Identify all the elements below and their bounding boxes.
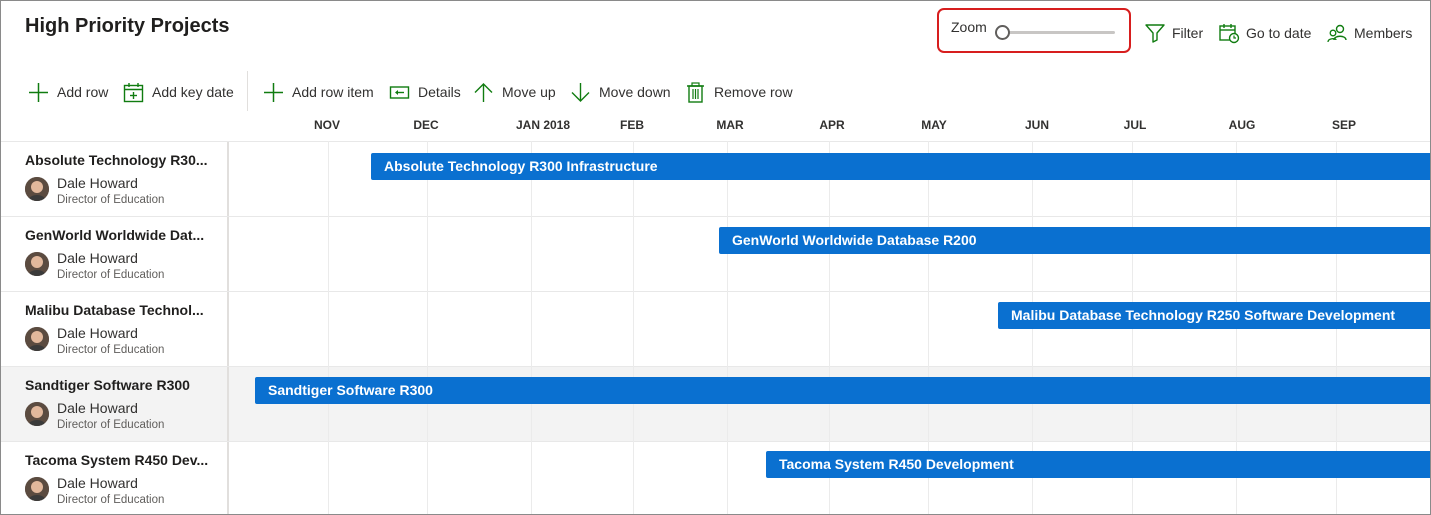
- timeline-bar[interactable]: GenWorld Worldwide Database R200: [719, 227, 1430, 254]
- row-header[interactable]: Tacoma System R450 Dev... Dale Howard Di…: [1, 442, 229, 514]
- owner-role: Director of Education: [57, 344, 165, 356]
- filter-button[interactable]: Filter: [1144, 21, 1203, 45]
- owner-name: Dale Howard: [57, 175, 138, 191]
- month-label: JUL: [1123, 118, 1147, 132]
- zoom-control: Zoom: [937, 8, 1131, 53]
- row-name: GenWorld Worldwide Dat...: [25, 227, 205, 243]
- timeline-bar[interactable]: Absolute Technology R300 Infrastructure: [371, 153, 1430, 180]
- add-row-item-label: Add row item: [292, 84, 374, 100]
- row-name: Absolute Technology R30...: [25, 152, 208, 168]
- remove-row-label: Remove row: [714, 84, 793, 100]
- filter-label: Filter: [1172, 25, 1204, 41]
- calendar-clock-icon: [1219, 24, 1240, 44]
- plus-icon: [264, 82, 283, 102]
- zoom-slider-track[interactable]: [1002, 31, 1115, 34]
- arrow-up-icon: [474, 82, 493, 102]
- row-header[interactable]: GenWorld Worldwide Dat... Dale Howard Di…: [1, 217, 229, 292]
- go-to-date-button[interactable]: Go to date: [1218, 21, 1311, 45]
- zoom-label: Zoom: [951, 19, 987, 35]
- timeline-month-header: NOV DEC JAN 2018 FEB MAR APR MAY JUN JUL…: [231, 109, 1430, 141]
- avatar: [25, 252, 49, 276]
- month-gridline: [427, 141, 428, 514]
- avatar: [25, 327, 49, 351]
- avatar: [25, 402, 49, 426]
- row-header[interactable]: Malibu Database Technol... Dale Howard D…: [1, 292, 229, 367]
- owner-role: Director of Education: [57, 194, 165, 206]
- owner-name: Dale Howard: [57, 325, 138, 341]
- month-label: APR: [819, 118, 845, 132]
- roadmap-window: High Priority Projects Zoom Filter Go to…: [0, 0, 1431, 515]
- row-name: Sandtiger Software R300: [25, 377, 190, 393]
- zoom-slider-thumb[interactable]: [995, 25, 1010, 40]
- owner-name: Dale Howard: [57, 250, 138, 266]
- members-button[interactable]: Members: [1326, 21, 1412, 45]
- avatar: [25, 177, 49, 201]
- month-label: DEC: [413, 118, 439, 132]
- owner-role: Director of Education: [57, 269, 165, 281]
- roadmap-grid: Absolute Technology R30... Dale Howard D…: [1, 141, 1430, 514]
- month-gridline: [531, 141, 532, 514]
- details-icon: [389, 85, 410, 99]
- month-label: SEP: [1331, 118, 1357, 132]
- details-button[interactable]: Details: [389, 77, 461, 107]
- go-to-date-label: Go to date: [1246, 25, 1312, 41]
- command-toolbar: Add row Add key date Add row item Detail…: [1, 71, 801, 111]
- month-label: JUN: [1024, 118, 1050, 132]
- add-row-label: Add row: [57, 84, 109, 100]
- row-header[interactable]: Sandtiger Software R300 Dale Howard Dire…: [1, 367, 229, 442]
- owner-name: Dale Howard: [57, 400, 138, 416]
- timeline-bar[interactable]: Tacoma System R450 Development: [766, 451, 1430, 478]
- move-up-label: Move up: [502, 84, 556, 100]
- row-name: Tacoma System R450 Dev...: [25, 452, 209, 468]
- timeline-bar[interactable]: Sandtiger Software R300: [255, 377, 1430, 404]
- month-label: JAN 2018: [515, 118, 571, 132]
- page-title: High Priority Projects: [25, 15, 230, 37]
- filter-icon: [1145, 24, 1165, 43]
- month-gridline: [727, 141, 728, 514]
- owner-name: Dale Howard: [57, 475, 138, 491]
- move-down-label: Move down: [599, 84, 671, 100]
- arrow-down-icon: [571, 82, 590, 102]
- month-label: FEB: [620, 118, 644, 132]
- add-row-item-button[interactable]: Add row item: [263, 77, 374, 107]
- month-label: AUG: [1228, 118, 1256, 132]
- toolbar-divider: [247, 71, 248, 111]
- move-up-button[interactable]: Move up: [473, 77, 556, 107]
- calendar-add-icon: [123, 82, 144, 102]
- timeline-bar[interactable]: Malibu Database Technology R250 Software…: [998, 302, 1430, 329]
- plus-icon: [29, 82, 48, 102]
- members-icon: [1327, 24, 1347, 43]
- month-gridline: [633, 141, 634, 514]
- avatar: [25, 477, 49, 501]
- month-label: MAY: [921, 118, 947, 132]
- details-label: Details: [418, 84, 461, 100]
- month-label: NOV: [313, 118, 341, 132]
- month-gridline: [328, 141, 329, 514]
- owner-role: Director of Education: [57, 494, 165, 506]
- members-label: Members: [1354, 25, 1413, 41]
- row-name: Malibu Database Technol...: [25, 302, 204, 318]
- add-row-button[interactable]: Add row: [28, 77, 108, 107]
- owner-role: Director of Education: [57, 419, 165, 431]
- move-down-button[interactable]: Move down: [570, 77, 671, 107]
- row-header[interactable]: Absolute Technology R30... Dale Howard D…: [1, 142, 229, 217]
- add-key-date-button[interactable]: Add key date: [123, 77, 234, 107]
- add-key-date-label: Add key date: [152, 84, 234, 100]
- month-label: MAR: [716, 118, 744, 132]
- remove-row-button[interactable]: Remove row: [685, 77, 793, 107]
- trash-icon: [687, 81, 704, 103]
